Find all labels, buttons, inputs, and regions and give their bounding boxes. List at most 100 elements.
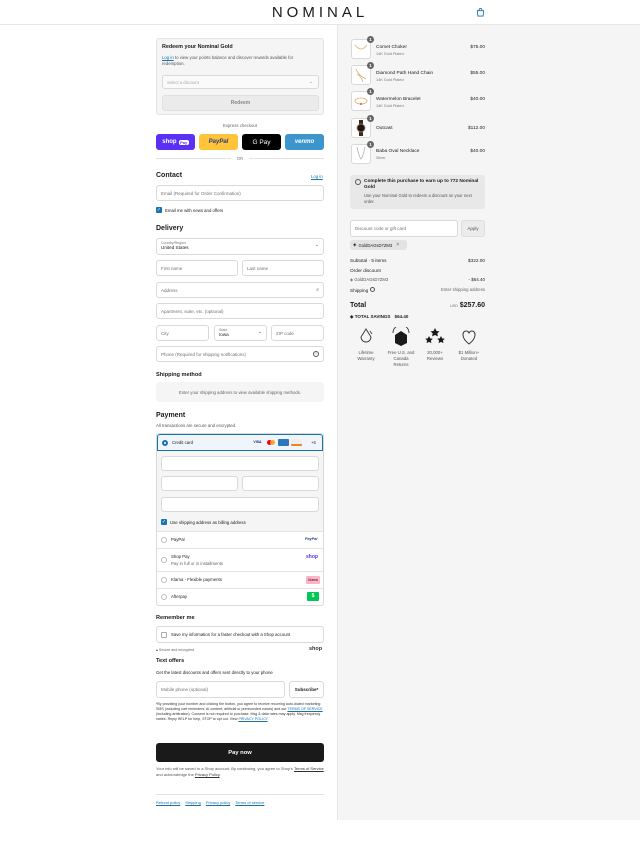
discount-tag: ◈ GoldDAGsD7ZM3 × [350, 240, 407, 250]
lock-icon: 🔒︎ [156, 648, 158, 652]
redeem-title: Redeem your Nominal Gold [162, 44, 233, 50]
discover-icon [291, 439, 302, 446]
afterpay-radio[interactable] [161, 594, 167, 600]
credit-card-radio[interactable] [162, 440, 168, 446]
google-pay-button[interactable]: G Pay [242, 134, 281, 150]
remember-me-box[interactable]: Save my information for a faster checkou… [156, 626, 324, 643]
country-select[interactable]: Country/Region United States ⌄ [156, 238, 324, 255]
shipping-value: Enter shipping address [441, 287, 485, 292]
klarna-radio[interactable] [161, 577, 167, 583]
card-number-field[interactable] [161, 456, 319, 471]
paypal-logo: PayPal [305, 537, 318, 541]
payment-heading: Payment [156, 412, 186, 419]
remember-checkbox[interactable] [161, 632, 167, 638]
redeem-desc: Log in to view your points balance and d… [162, 55, 294, 66]
billing-checkbox[interactable]: ✓ [161, 519, 167, 525]
subtotal-value: $322.00 [468, 258, 485, 263]
afterpay-option[interactable]: Afterpay $ [157, 588, 323, 605]
payment-subtitle: All transactions are secure and encrypte… [156, 423, 237, 428]
tag-icon: ◈ [353, 242, 357, 247]
discount-select[interactable]: Select a discount ⌄ [162, 75, 319, 89]
help-circle-icon: ? [313, 351, 319, 357]
shipping-method-notice: Enter your shipping address to view avai… [156, 382, 324, 402]
shop-pay-radio[interactable] [161, 557, 167, 563]
quantity-badge: 1 [367, 62, 374, 69]
shop-pay-button[interactable]: shop Pay [156, 134, 195, 150]
footer-divider [156, 794, 324, 795]
delivery-heading: Delivery [156, 225, 184, 232]
subscribe-button[interactable]: Subscribe* [289, 681, 324, 698]
paypal-option[interactable]: PayPal PayPal [157, 531, 323, 548]
last-name-field[interactable]: Last name [242, 260, 324, 276]
quantity-badge: 1 [367, 141, 374, 148]
refund-policy-link[interactable]: Refund policy [156, 800, 180, 805]
shipping-method-heading: Shipping method [156, 372, 202, 378]
remove-code-icon[interactable]: × [396, 242, 399, 248]
visa-icon: VISA [253, 440, 262, 444]
shipping-link[interactable]: Shipping [185, 800, 201, 805]
redeem-login-link[interactable]: Log in [162, 55, 174, 60]
address-field[interactable]: Address ⌕ [156, 282, 324, 298]
shop-account-note: Your info will be saved to a Shop accoun… [156, 766, 324, 777]
quantity-badge: 1 [367, 88, 374, 95]
sms-legal: *By providing your number and clicking t… [156, 702, 323, 721]
pay-now-button[interactable]: Pay now [156, 743, 324, 762]
terms-of-service-link[interactable]: TERMS OF SERVICE [287, 707, 322, 711]
header: NOMINAL [0, 0, 640, 25]
card-name-field[interactable] [161, 497, 319, 512]
card-security-field[interactable] [242, 476, 319, 491]
news-label: Email me with news and offers [165, 208, 224, 213]
discount-amount: - $64.40 [468, 277, 485, 282]
discount-code-field[interactable]: Discount code or gift card [350, 220, 458, 237]
shipping-label: Shipping [350, 287, 375, 293]
apartment-field[interactable]: Apartment, suite, etc. (optional) [156, 303, 324, 319]
apply-button[interactable]: Apply [461, 220, 485, 237]
privacy-link[interactable]: Privacy policy [206, 800, 230, 805]
email-field[interactable]: Email (Required for Order Confirmation) [156, 185, 324, 201]
redeem-button[interactable]: Redeem [162, 95, 319, 111]
express-checkout-label: Express checkout [223, 123, 257, 128]
discount-code-line: ◈ GoldDAGsD7ZM3 [350, 277, 389, 282]
first-name-field[interactable]: First name [156, 260, 238, 276]
heart-icon [462, 330, 476, 345]
quantity-badge: 1 [367, 36, 374, 43]
klarna-logo: Klarna [306, 576, 320, 584]
contact-heading: Contact [156, 172, 183, 179]
rewards-promo: Complete this purchase to earn up to 772… [350, 175, 485, 209]
text-offers-heading: Text offers [156, 658, 185, 664]
chevron-down-icon: ⌄ [308, 79, 313, 85]
footer-links: Refund policy Shipping Privacy policy Te… [156, 800, 264, 805]
card-expiry-field[interactable] [161, 476, 238, 491]
card-form: ✓ Use shipping address as billing addres… [157, 451, 323, 531]
shopping-bag-icon[interactable] [476, 8, 485, 17]
remember-me-heading: Remember me [156, 615, 195, 621]
privacy-policy-link[interactable]: PRIVACY POLICY [238, 717, 267, 721]
shop-privacy-link[interactable]: Privacy Policy [195, 772, 220, 777]
text-offers-sub: Get the latest discounts and offers sent… [156, 670, 273, 675]
redeem-panel: Redeem your Nominal Gold Log in to view … [156, 38, 324, 115]
paypal-button[interactable]: PayPal [199, 134, 238, 150]
shop-terms-link[interactable]: Terms of Service [294, 766, 324, 771]
mobile-phone-field[interactable]: Mobile phone (optional) [156, 681, 285, 698]
chevron-down-icon: ⌄ [257, 329, 262, 335]
klarna-option[interactable]: Klarna - Flexible payments Klarna [157, 571, 323, 588]
amex-icon [278, 439, 289, 446]
state-select[interactable]: State Iowa ⌄ [214, 325, 267, 341]
venmo-button[interactable]: venmo [285, 134, 324, 150]
or-label: OR [231, 156, 249, 161]
brand-logo[interactable]: NOMINAL [0, 4, 640, 21]
shop-pay-option[interactable]: Shop Pay Pay in full or in installments … [157, 548, 323, 571]
order-summary: 1 Comet Choker 14K Gold Plated $75.00 1 … [337, 25, 640, 820]
terms-link[interactable]: Terms of service [235, 800, 264, 805]
phone-field[interactable]: Phone (Required for shipping notificatio… [156, 346, 324, 362]
credit-card-option[interactable]: Credit card VISA +6 [157, 434, 323, 451]
zip-field[interactable]: ZIP code [271, 325, 324, 341]
shop-logo: shop [309, 646, 323, 652]
chevron-down-icon: ⌄ [314, 242, 319, 248]
paypal-radio[interactable] [161, 537, 167, 543]
city-field[interactable]: City [156, 325, 209, 341]
news-checkbox[interactable]: ✓ [156, 207, 162, 213]
afterpay-logo: $ [307, 592, 319, 601]
return-box-icon [392, 327, 410, 346]
login-link[interactable]: Log in [311, 174, 323, 179]
